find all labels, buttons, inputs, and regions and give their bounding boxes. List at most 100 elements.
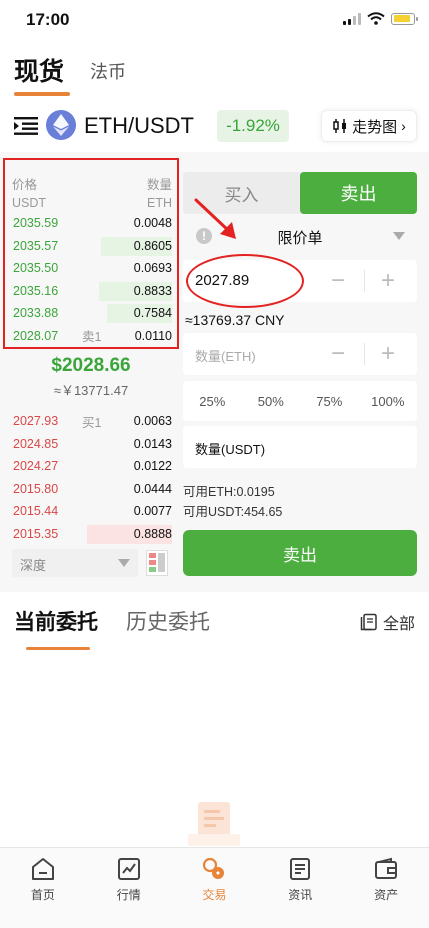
available-usdt: 可用USDT:454.65 <box>183 505 283 519</box>
orderbook-level-label: 卖1 <box>82 330 102 345</box>
wifi-icon <box>367 12 385 25</box>
status-bar: 17:00 <box>0 0 429 40</box>
orderbook-layout-icon[interactable] <box>146 550 168 576</box>
orderbook-price: 2035.50 <box>13 261 59 276</box>
orderbook-qty: 0.0063 <box>133 414 172 429</box>
orderbook-qty: 0.0122 <box>133 459 172 474</box>
tab-order-history[interactable]: 历史委托 <box>126 606 210 650</box>
orderbook-qty: 0.0048 <box>133 216 172 231</box>
orderbook-price: 2035.16 <box>13 283 59 298</box>
total-input[interactable]: 数量(USDT) <box>183 426 417 468</box>
orderbook-qty: 0.8833 <box>133 283 172 298</box>
depth-select-label: 深度 <box>20 558 47 573</box>
nav-news[interactable]: 资讯 <box>257 848 343 928</box>
tab-spot[interactable]: 现货 <box>14 52 71 96</box>
trend-chart-label: 走势图 <box>352 118 398 136</box>
pair-header: ETH/USDT -1.92% 走势图 › <box>0 106 429 146</box>
amount-input-placeholder: 数量(ETH) <box>195 349 256 364</box>
tab-current-orders[interactable]: 当前委托 <box>14 606 98 650</box>
last-price-cny: ≈￥13771.47 <box>53 383 129 398</box>
orderbook-price: 2024.27 <box>13 459 59 474</box>
orderbook-price: 2024.85 <box>13 436 59 451</box>
all-orders-button[interactable]: 全部 <box>360 610 415 634</box>
status-time: 17:00 <box>26 10 70 29</box>
wallet-icon <box>375 857 398 879</box>
nav-market[interactable]: 行情 <box>86 848 172 928</box>
orderbook-row[interactable]: 2035.50 0.0693 <box>0 257 182 280</box>
battery-icon <box>391 12 418 25</box>
qty-unit: ETH <box>147 196 172 210</box>
market-chart-icon <box>117 858 140 880</box>
orderbook-level-label: 买1 <box>82 415 102 430</box>
caret-down-icon <box>118 559 130 567</box>
all-orders-label: 全部 <box>382 616 415 633</box>
amount-input[interactable]: 数量(ETH) − + <box>183 333 417 375</box>
pair-change-badge: -1.92% <box>217 110 289 142</box>
depth-select[interactable]: 深度 <box>12 549 138 577</box>
tab-sell[interactable]: 卖出 <box>300 172 417 214</box>
orderbook-price: 2015.35 <box>13 526 59 541</box>
orderbook-qty: 0.8888 <box>133 526 172 541</box>
orders-tabs: 当前委托 历史委托 <box>14 606 210 650</box>
orderbook-row[interactable]: 2035.57 0.8605 <box>0 235 182 258</box>
percent-100-button[interactable]: 100% <box>359 381 418 421</box>
nav-news-label: 资讯 <box>288 888 313 902</box>
sell-submit-button[interactable]: 卖出 <box>183 530 417 576</box>
orderbook-price: 2027.93 <box>13 414 59 429</box>
orderbook-row[interactable]: 2033.88 0.7584 <box>0 302 182 325</box>
tab-fiat[interactable]: 法币 <box>90 58 126 96</box>
trend-chart-button[interactable]: 走势图 › <box>321 110 417 142</box>
orderbook-row[interactable]: 2035.59 0.0048 <box>0 212 182 235</box>
home-icon <box>31 858 54 880</box>
price-highlight-oval <box>186 254 304 308</box>
nav-trade-label: 交易 <box>202 888 227 902</box>
orderbook-qty: 0.0077 <box>133 504 172 519</box>
document-list-icon <box>360 613 377 631</box>
amount-increase-button[interactable]: + <box>367 333 409 375</box>
orderbook-row[interactable]: 2024.27 0.0122 <box>0 455 182 478</box>
percent-50-button[interactable]: 50% <box>242 381 301 421</box>
amount-decrease-button[interactable]: − <box>317 333 359 375</box>
orderbook-row[interactable]: 2015.35 0.8888 <box>0 523 182 546</box>
percent-75-button[interactable]: 75% <box>300 381 359 421</box>
caret-down-icon <box>393 232 405 240</box>
percent-25-button[interactable]: 25% <box>183 381 242 421</box>
status-icons <box>343 12 418 25</box>
orderbook-price: 2015.80 <box>13 481 59 496</box>
price-cny-estimate: ≈13769.37 CNY <box>185 312 285 328</box>
orderbook-price: 2015.44 <box>13 504 59 519</box>
nav-trade[interactable]: 交易 <box>172 848 258 928</box>
orderbook-price: 2028.07 <box>13 328 59 343</box>
nav-assets[interactable]: 资产 <box>343 848 429 928</box>
chevron-right-icon: › <box>401 118 406 134</box>
nav-home-label: 首页 <box>30 888 55 902</box>
orderbook-price: 2033.88 <box>13 306 59 321</box>
eth-logo-icon <box>46 110 76 140</box>
orderbook-row[interactable]: 2015.80 0.0444 <box>0 478 182 501</box>
annotation-arrow <box>194 198 236 239</box>
percent-selector: 25% 50% 75% 100% <box>183 381 417 421</box>
nav-home[interactable]: 首页 <box>0 848 86 928</box>
last-price: $2028.66 <box>51 355 131 376</box>
orderbook-qty: 0.7584 <box>133 306 172 321</box>
nav-assets-label: 资产 <box>374 888 399 902</box>
orderbook-row[interactable]: 2035.16 0.8833 <box>0 280 182 303</box>
available-eth: 可用ETH:0.0195 <box>183 485 275 499</box>
pair-menu-icon[interactable] <box>14 116 38 136</box>
orderbook-row[interactable]: 2015.44 0.0077 <box>0 500 182 523</box>
price-decrease-button[interactable]: − <box>317 260 359 302</box>
news-icon <box>290 858 311 880</box>
orderbook-row[interactable]: 2024.85 0.0143 <box>0 433 182 456</box>
orderbook-row[interactable]: 2027.93 买1 0.0063 <box>0 410 182 433</box>
divider <box>364 270 365 292</box>
market-type-tabs: 现货 法币 <box>14 52 126 96</box>
price-unit: USDT <box>12 196 47 210</box>
pair-name[interactable]: ETH/USDT <box>84 113 194 139</box>
orderbook-row[interactable]: 2028.07 卖1 0.0110 <box>0 325 182 348</box>
total-input-placeholder: 数量(USDT) <box>195 442 266 457</box>
signal-icon <box>343 12 361 25</box>
candlestick-icon <box>333 119 347 133</box>
nav-market-label: 行情 <box>116 888 141 902</box>
bid-orders: 2027.93 买1 0.0063 2024.85 0.0143 2024.27 0.012… <box>0 410 182 545</box>
price-increase-button[interactable]: + <box>367 260 409 302</box>
